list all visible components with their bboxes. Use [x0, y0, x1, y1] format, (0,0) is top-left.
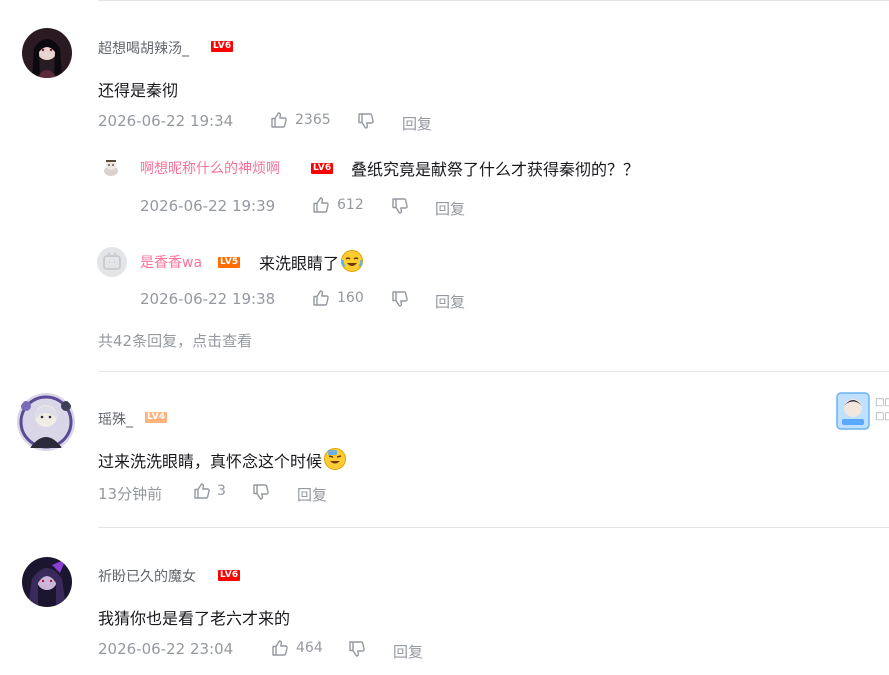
thumbs-up-icon[interactable]: [271, 639, 289, 657]
fan-badge-text: □□: [875, 411, 889, 422]
timestamp: 2026-06-22 19:38: [140, 290, 276, 308]
timestamp: 13分钟前: [98, 485, 163, 503]
reply-button[interactable]: 回复: [297, 484, 327, 505]
top-divider: [98, 0, 889, 1]
comment-text: 过来洗洗眼睛，真怀念这个时候: [98, 447, 347, 472]
thumbs-down-icon[interactable]: [391, 290, 409, 308]
username[interactable]: 是香香wa: [140, 252, 202, 272]
level-badge: LV6: [211, 41, 234, 52]
crying-laugh-emoji-icon: [341, 250, 364, 272]
avatar[interactable]: [100, 156, 122, 178]
sweat-smile-emoji-icon: [324, 448, 347, 470]
comment-list: 超想喝胡辣汤_ LV6 还得是秦彻 2026-06-22 19:34 2365 …: [0, 0, 889, 675]
comment-divider: [98, 371, 889, 372]
timestamp: 2026-06-22 23:04: [98, 640, 234, 658]
reply-text: 叠纸究竟是献祭了什么才获得秦彻的？？: [351, 160, 640, 179]
username[interactable]: 瑶殊_: [98, 409, 133, 429]
avatar[interactable]: [16, 392, 76, 452]
thumbs-down-icon[interactable]: [348, 640, 366, 658]
thumbs-down-icon[interactable]: [252, 483, 270, 501]
thumbs-up-icon[interactable]: [312, 196, 330, 214]
reply-button[interactable]: 回复: [393, 641, 423, 662]
avatar[interactable]: [22, 557, 72, 607]
like-count: 2365: [295, 112, 331, 128]
username[interactable]: 啊想昵称什么的神烦啊: [140, 158, 280, 178]
like-count: 160: [337, 290, 364, 306]
username[interactable]: 祈盼已久的魔女: [98, 566, 196, 586]
fan-badge-icon[interactable]: [836, 392, 870, 430]
fan-badge-text: □□: [875, 397, 889, 408]
level-badge: LV5: [218, 257, 241, 268]
thumbs-up-icon[interactable]: [193, 482, 211, 500]
thumbs-down-icon[interactable]: [391, 197, 409, 215]
thumbs-down-icon[interactable]: [357, 112, 375, 130]
comment-divider: [98, 527, 889, 528]
comment-text: 还得是秦彻: [98, 81, 179, 100]
comment-text: 我猜你也是看了老六才来的: [98, 609, 291, 628]
username[interactable]: 超想喝胡辣汤_: [98, 38, 189, 58]
like-count: 3: [217, 483, 226, 499]
timestamp: 2026-06-22 19:34: [98, 112, 234, 130]
like-count: 464: [296, 640, 323, 656]
reply-button[interactable]: 回复: [435, 198, 465, 219]
level-badge: LV6: [218, 570, 241, 581]
timestamp: 2026-06-22 19:39: [140, 197, 276, 215]
avatar[interactable]: [22, 28, 72, 78]
like-count: 612: [337, 197, 364, 213]
level-badge: LV4: [145, 412, 168, 423]
avatar[interactable]: [97, 247, 127, 277]
thumbs-up-icon[interactable]: [270, 111, 288, 129]
reply-button[interactable]: 回复: [402, 113, 432, 134]
thumbs-up-icon[interactable]: [312, 289, 330, 307]
reply-button[interactable]: 回复: [435, 291, 465, 312]
reply-text: 来洗眼睛了: [259, 249, 364, 274]
view-more-replies-link[interactable]: 共42条回复，点击查看: [98, 330, 252, 351]
level-badge: LV6: [311, 163, 334, 174]
